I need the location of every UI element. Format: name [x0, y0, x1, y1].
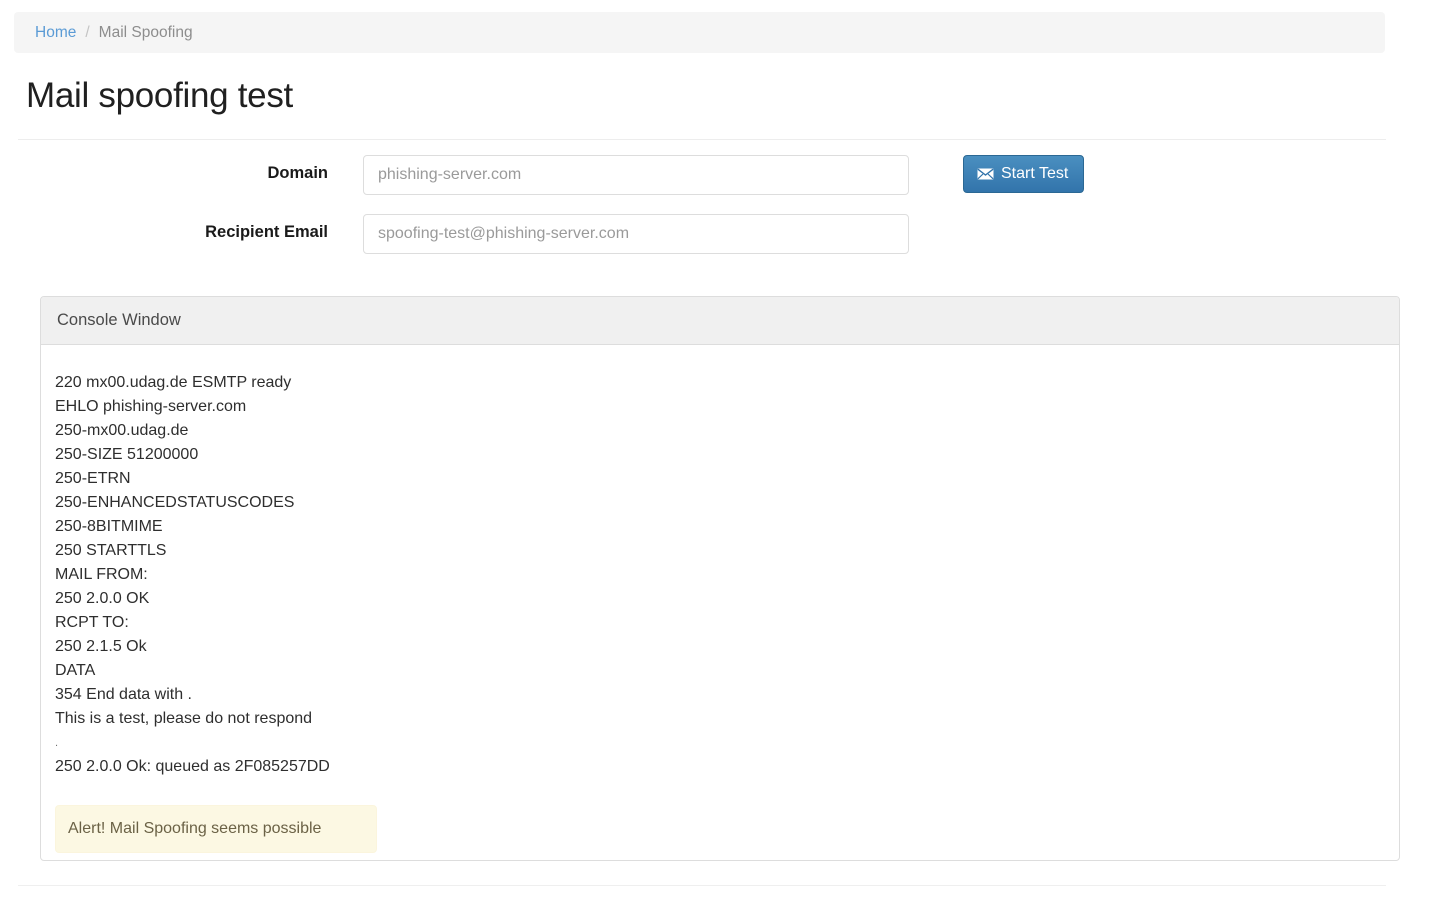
console-output: 220 mx00.udag.de ESMTP ready EHLO phishin… [55, 371, 1399, 779]
recipient-email-label: Recipient Email [205, 223, 328, 241]
domain-input[interactable] [363, 155, 909, 195]
console-line: 354 End data with . [55, 686, 192, 703]
console-line: 250-ETRN [55, 470, 131, 487]
console-window-heading: Console Window [41, 297, 1399, 345]
recipient-email-input[interactable] [363, 214, 909, 254]
start-test-button[interactable]: Start Test [963, 155, 1085, 193]
divider-bottom [18, 885, 1386, 886]
spoofing-alert-text: Alert! Mail Spoofing seems possible [68, 820, 322, 837]
spoofing-test-form: Domain Recipient Email [0, 152, 1431, 270]
domain-label: Domain [267, 164, 328, 182]
breadcrumb-item-mail-spoofing: Mail Spoofing [98, 23, 193, 41]
console-line: 250-8BITMIME [55, 518, 163, 535]
console-line: 250 STARTTLS [55, 542, 167, 559]
console-window-panel: Console Window 220 mx00.udag.de ESMTP re… [40, 296, 1400, 861]
spoofing-alert-banner: Alert! Mail Spoofing seems possible [55, 805, 377, 853]
console-line: 250 2.0.0 Ok: queued as 2F085257DD [55, 758, 330, 775]
console-line: 250 2.1.5 Ok [55, 638, 147, 655]
console-window-body: 220 mx00.udag.de ESMTP ready EHLO phishin… [41, 345, 1399, 853]
console-line: 250-SIZE 51200000 [55, 446, 199, 463]
page-title: Mail spoofing test [26, 76, 293, 115]
console-line: 220 mx00.udag.de ESMTP ready [55, 374, 292, 391]
divider-top [18, 139, 1386, 140]
breadcrumb-item-home[interactable]: Home [35, 24, 76, 42]
form-row-recipient-email: Recipient Email [0, 211, 1431, 270]
console-line: RCPT TO: [55, 614, 129, 631]
console-line: . [55, 737, 59, 749]
console-line: 250 2.0.0 OK [55, 590, 150, 607]
console-line: DATA [55, 662, 96, 679]
console-line: This is a test, please do not respond [55, 710, 313, 727]
envelope-icon [977, 168, 994, 180]
console-line: 250-ENHANCEDSTATUSCODES [55, 494, 295, 511]
console-line: 250-mx00.udag.de [55, 422, 189, 439]
console-line: EHLO phishing-server.com [55, 398, 247, 415]
breadcrumb: Home / Mail Spoofing [14, 12, 1385, 53]
mail-spoofing-test-page: Home / Mail Spoofing Mail spoofing test … [0, 0, 1431, 900]
start-test-button-label: Start Test [1001, 165, 1069, 182]
breadcrumb-separator: / [85, 23, 90, 41]
form-row-domain: Domain [0, 152, 1431, 211]
console-line: MAIL FROM: [55, 566, 148, 583]
